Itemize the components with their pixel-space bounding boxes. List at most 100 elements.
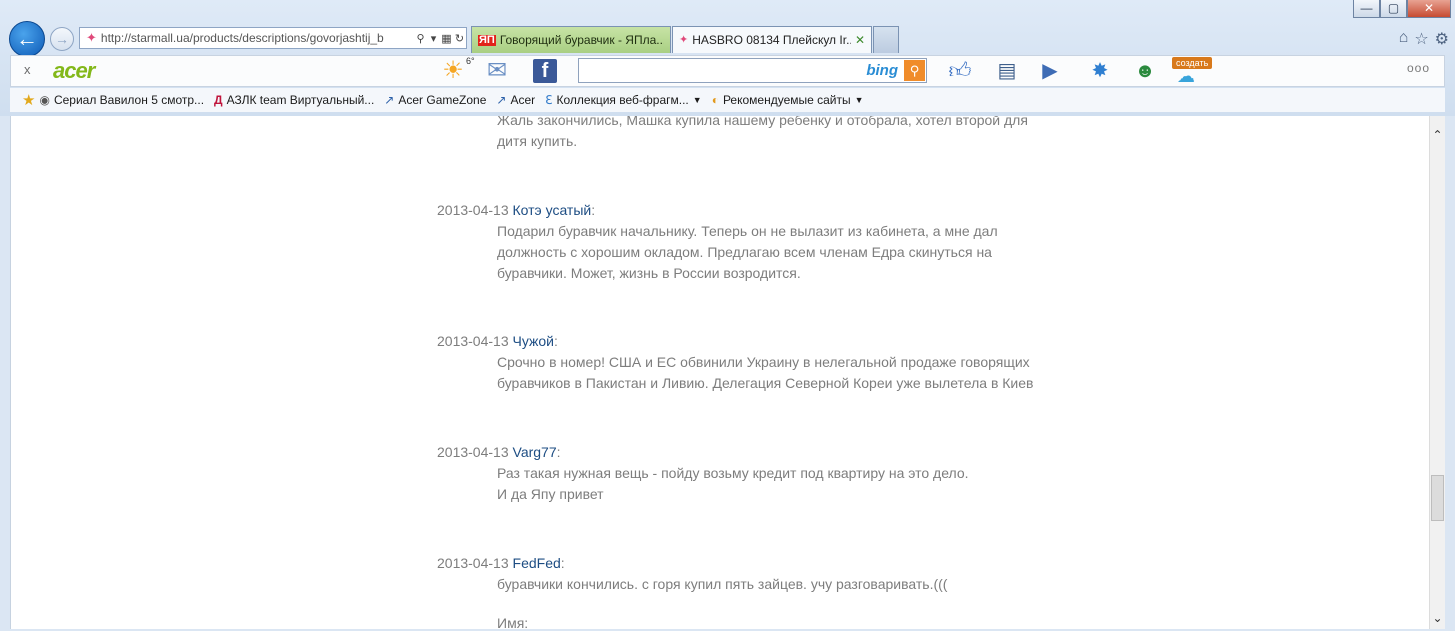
favorite-item[interactable]: ↗ Acer GameZone <box>384 93 486 107</box>
link-icon: ↗ <box>496 93 507 107</box>
add-favorites-star-icon[interactable]: ★ <box>22 91 35 109</box>
comment-body: Раз такая нужная вещь - пойду возьму кре… <box>497 463 1057 505</box>
tab-title: Говорящий буравчик - ЯПла... <box>499 33 664 47</box>
bing-logo: bing <box>866 62 898 79</box>
dropdown-arrow-icon[interactable]: ▾ <box>427 32 440 45</box>
chat-bubble-icon[interactable]: ▤ <box>993 59 1021 83</box>
forward-arrow-icon: → <box>55 31 69 47</box>
toolbar-search-input[interactable]: bing ⚲ <box>578 58 927 83</box>
link-icon: ↗ <box>384 93 395 107</box>
home-icon[interactable]: ⌂ <box>1399 29 1409 49</box>
comment-line: должность с хорошим окладом. Предлагаю в… <box>497 244 992 260</box>
weather-sun-icon[interactable]: ☀ <box>439 59 467 83</box>
favorite-item[interactable]: ℇ Коллекция веб-фрагм... ▼ <box>545 93 702 107</box>
comment-line: Жаль закончились, Машка купила нашему ре… <box>497 116 1028 128</box>
weather-temperature: 6° <box>466 56 475 66</box>
favorite-label: Acer <box>510 93 536 107</box>
comment-line: Подарил буравчик начальнику. Теперь он н… <box>497 223 998 239</box>
new-tab-button[interactable] <box>873 26 899 53</box>
address-url[interactable]: http://starmall.ua/products/descriptions… <box>101 31 414 45</box>
messenger-icon[interactable]: ☻ <box>1131 59 1159 83</box>
comment-date: 2013-04-13 <box>437 333 509 349</box>
comment-line: буравчики кончились. с горя купил пять з… <box>497 576 948 592</box>
comment-body: Подарил буравчик начальнику. Теперь он н… <box>497 221 1057 284</box>
scroll-down-icon[interactable]: ⌄ <box>1430 611 1445 625</box>
comment-meta: 2013-04-13 Varg77: <box>437 444 561 460</box>
yap-favicon-icon: ЯП <box>478 33 496 46</box>
comment-line: Срочно в номер! США и ЕС обвинили Украин… <box>497 354 1030 370</box>
favorite-label: Коллекция веб-фрагм... <box>556 93 689 107</box>
page-content: Жаль закончились, Машка купила нашему ре… <box>10 116 1430 629</box>
back-button[interactable]: ← <box>9 21 45 57</box>
minimize-button[interactable]: — <box>1353 0 1380 18</box>
comment: 2013-04-13 Varg77: Раз такая нужная вещь… <box>437 442 1057 505</box>
tools-icon[interactable]: ✸ <box>1086 59 1114 83</box>
comment-body: буравчики кончились. с горя купил пять з… <box>497 574 1057 595</box>
comment-line: И да Япу привет <box>497 486 604 502</box>
comment-line: буравчики. Может, жизнь в России возроди… <box>497 265 801 281</box>
comment-line: Раз такая нужная вещь - пойду возьму кре… <box>497 465 969 481</box>
compatibility-view-icon[interactable]: ▦ <box>440 32 453 45</box>
site-favicon-icon: ✦ <box>86 30 97 45</box>
comment-partial: Жаль закончились, Машка купила нашему ре… <box>437 116 1057 152</box>
site-favicon-icon: ✦ <box>679 34 689 46</box>
comment-author[interactable]: Чужой <box>513 333 554 349</box>
comment: 2013-04-13 Котэ усатый: Подарил буравчик… <box>437 200 1057 284</box>
name-field-label: Имя: <box>497 615 529 629</box>
acer-logo[interactable]: acer <box>53 58 95 84</box>
ie-icon: ℇ <box>545 93 553 107</box>
comment-body: Срочно в номер! США и ЕС обвинили Украин… <box>497 352 1057 394</box>
favorite-item[interactable]: ↗ Acer <box>496 93 535 107</box>
search-go-icon[interactable]: ⚲ <box>904 60 925 81</box>
comment: 2013-04-13 Чужой: Срочно в номер! США и … <box>437 331 1057 394</box>
comment-meta: 2013-04-13 FedFed: <box>437 555 565 571</box>
create-app-icon[interactable]: ☁ <box>1172 64 1200 88</box>
scroll-up-icon[interactable]: ⌃ <box>1430 128 1445 142</box>
favorite-label: АЗЛК team Виртуальный... <box>226 93 375 107</box>
close-window-button[interactable]: ✕ <box>1407 0 1451 18</box>
gear-icon[interactable]: ⚙ <box>1435 29 1449 49</box>
favorite-item[interactable]: ◉ Сериал Вавилон 5 смотр... <box>39 93 204 107</box>
browser-chrome: — ▢ ✕ ← → ✦ http://starmall.ua/products/… <box>0 0 1455 116</box>
thumbs-up-icon[interactable]: 👍︎ <box>946 59 974 83</box>
comment-author[interactable]: Котэ усатый <box>513 202 592 218</box>
tab-hasbro[interactable]: ✦ HASBRO 08134 Плейскул Ir... ✕ <box>672 26 872 53</box>
tab-close-icon[interactable]: ✕ <box>855 28 865 52</box>
tab-title: HASBRO 08134 Плейскул Ir... <box>692 33 851 47</box>
comment: 2013-04-13 FedFed: буравчики кончились. … <box>437 553 1057 595</box>
comment-author[interactable]: FedFed <box>513 555 561 571</box>
refresh-icon[interactable]: ↻ <box>453 32 466 45</box>
more-options-icon[interactable]: ooo <box>1407 61 1430 75</box>
mail-icon[interactable]: ✉ <box>483 59 511 83</box>
tab-govoryashchiy-buravchik[interactable]: ЯП Говорящий буравчик - ЯПла... <box>471 26 671 53</box>
browser-right-icons: ⌂ ☆ ⚙ <box>1399 29 1449 49</box>
favorite-item[interactable]: ◐ Рекомендуемые сайты ▼ <box>712 93 864 107</box>
toolbar-close-icon[interactable]: x <box>24 62 31 77</box>
facebook-icon[interactable]: f <box>533 59 557 83</box>
video-film-icon[interactable]: ▶ <box>1036 59 1064 83</box>
favorites-star-icon[interactable]: ☆ <box>1414 29 1428 49</box>
back-arrow-icon: ← <box>16 26 38 51</box>
azlk-icon: Д <box>214 93 223 107</box>
chevron-down-icon[interactable]: ▼ <box>855 95 864 105</box>
rec-icon: ◐ <box>711 93 719 107</box>
acer-toolbar: x acer ☀ 6° ✉ f bing ⚲ 👍︎ ▤ ▶ ✸ ☻ создат… <box>10 55 1445 87</box>
eye-icon: ◉ <box>39 93 50 107</box>
comment-author[interactable]: Varg77 <box>513 444 557 460</box>
favorites-bar: ★ ◉ Сериал Вавилон 5 смотр... Д АЗЛК tea… <box>10 88 1445 112</box>
comment-date: 2013-04-13 <box>437 444 509 460</box>
forward-button[interactable]: → <box>50 27 74 51</box>
favorite-label: Рекомендуемые сайты <box>722 93 851 107</box>
maximize-button[interactable]: ▢ <box>1380 0 1407 18</box>
comment-body: Жаль закончились, Машка купила нашему ре… <box>497 116 1057 152</box>
address-bar[interactable]: ✦ http://starmall.ua/products/descriptio… <box>79 27 467 49</box>
scroll-thumb[interactable] <box>1431 475 1444 521</box>
vertical-scrollbar[interactable]: ⌃ ⌄ <box>1429 116 1445 629</box>
comment-line: дитя купить. <box>497 133 578 149</box>
favorite-item[interactable]: Д АЗЛК team Виртуальный... <box>214 93 374 107</box>
comment-date: 2013-04-13 <box>437 555 509 571</box>
comment-meta: 2013-04-13 Котэ усатый: <box>437 202 596 218</box>
search-icon[interactable]: ⚲ <box>414 32 427 45</box>
chevron-down-icon[interactable]: ▼ <box>693 95 702 105</box>
comment-date: 2013-04-13 <box>437 202 509 218</box>
